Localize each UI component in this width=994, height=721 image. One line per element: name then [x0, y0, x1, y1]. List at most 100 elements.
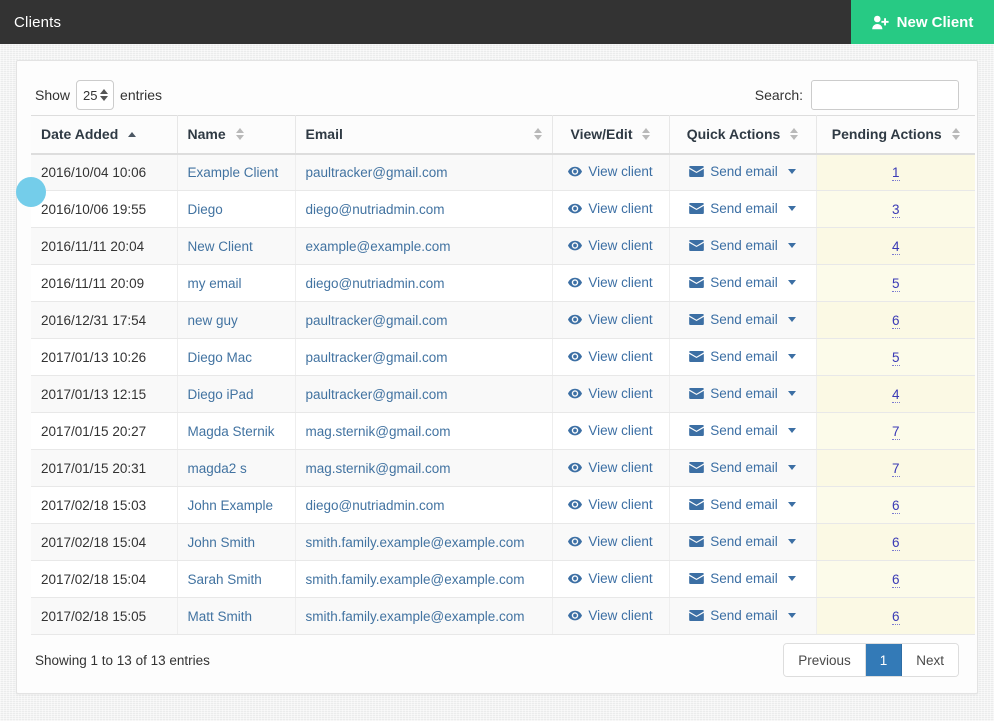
client-email-link[interactable]: diego@nutriadmin.com [306, 498, 445, 513]
send-email-button[interactable]: Send email [689, 164, 796, 179]
client-name-link[interactable]: Diego Mac [188, 350, 253, 365]
send-email-button[interactable]: Send email [689, 497, 796, 512]
cell-pending-actions: 6 [816, 486, 975, 524]
client-name-link[interactable]: John Example [188, 498, 274, 513]
client-email-link[interactable]: smith.family.example@example.com [306, 609, 525, 624]
send-email-button[interactable]: Send email [689, 349, 796, 364]
view-client-button[interactable]: View client [568, 534, 653, 549]
client-email-link[interactable]: paultracker@gmail.com [306, 313, 448, 328]
col-header-quick-actions[interactable]: Quick Actions [669, 115, 817, 155]
view-client-button[interactable]: View client [568, 460, 653, 475]
view-client-button[interactable]: View client [568, 312, 653, 327]
client-name-link[interactable]: new guy [188, 313, 238, 328]
pending-actions-link[interactable]: 6 [891, 534, 900, 551]
view-client-button[interactable]: View client [568, 349, 653, 364]
pending-actions-link[interactable]: 4 [891, 238, 900, 255]
client-email-link[interactable]: diego@nutriadmin.com [306, 202, 445, 217]
pending-actions-link[interactable]: 6 [891, 571, 900, 588]
view-client-button[interactable]: View client [568, 386, 653, 401]
client-name-link[interactable]: John Smith [188, 535, 256, 550]
new-client-button[interactable]: New Client [851, 0, 994, 44]
client-email-link[interactable]: paultracker@gmail.com [306, 165, 448, 180]
table-body: 2016/10/04 10:06 Example Client paultracke… [31, 153, 975, 635]
col-header-pending-actions[interactable]: Pending Actions [816, 115, 975, 155]
col-header-date-added[interactable]: Date Added [31, 115, 178, 155]
view-client-button[interactable]: View client [568, 164, 653, 180]
caret-down-icon[interactable] [787, 280, 796, 285]
client-email-link[interactable]: diego@nutriadmin.com [306, 276, 445, 291]
view-client-button[interactable]: View client [568, 497, 653, 512]
caret-down-icon[interactable] [787, 169, 796, 175]
view-client-button[interactable]: View client [568, 423, 653, 438]
pending-actions-link[interactable]: 1 [891, 164, 900, 181]
send-email-button[interactable]: Send email [689, 275, 796, 290]
caret-down-icon[interactable] [787, 206, 796, 211]
pending-actions-link[interactable]: 5 [891, 275, 900, 292]
pending-actions-link[interactable]: 5 [891, 349, 900, 366]
caret-down-icon[interactable] [787, 539, 796, 544]
caret-down-icon[interactable] [787, 613, 796, 618]
send-email-button[interactable]: Send email [689, 201, 796, 216]
client-name-link[interactable]: my email [188, 276, 242, 291]
col-header-view-edit[interactable]: View/Edit [552, 115, 670, 155]
client-email-link[interactable]: mag.sternik@gmail.com [306, 461, 451, 476]
search-input[interactable] [811, 80, 959, 110]
pagination-previous[interactable]: Previous [784, 644, 866, 676]
cell-email: smith.family.example@example.com [295, 560, 553, 598]
pagination-page-1[interactable]: 1 [865, 644, 903, 676]
client-name-link[interactable]: Magda Sternik [188, 424, 275, 439]
client-name-link[interactable]: Sarah Smith [188, 572, 262, 587]
client-name-link[interactable]: Example Client [188, 165, 279, 180]
show-label: Show [35, 87, 71, 103]
caret-down-icon[interactable] [787, 317, 796, 322]
client-email-link[interactable]: example@example.com [306, 239, 451, 254]
client-name-link[interactable]: Diego [188, 202, 223, 217]
caret-down-icon[interactable] [787, 576, 796, 581]
caret-down-icon[interactable] [787, 428, 796, 433]
send-email-button[interactable]: Send email [689, 534, 796, 549]
client-name-link[interactable]: New Client [188, 239, 253, 254]
col-header-email[interactable]: Email [295, 115, 553, 155]
pending-actions-link[interactable]: 6 [891, 497, 900, 514]
cell-name: Diego Mac [177, 338, 296, 376]
caret-down-icon[interactable] [787, 391, 796, 396]
pending-actions-link[interactable]: 3 [891, 201, 900, 218]
page-length-select[interactable]: 25 [76, 80, 115, 110]
cell-quick-actions: Send email [669, 523, 817, 561]
client-email-link[interactable]: mag.sternik@gmail.com [306, 424, 451, 439]
pagination-next[interactable]: Next [902, 644, 958, 676]
send-email-button[interactable]: Send email [689, 238, 796, 253]
client-name-link[interactable]: magda2 s [188, 461, 247, 476]
client-email-link[interactable]: paultracker@gmail.com [306, 387, 448, 402]
pending-actions-link[interactable]: 6 [891, 312, 900, 329]
caret-down-icon[interactable] [787, 465, 796, 470]
pending-actions-link[interactable]: 4 [891, 386, 900, 403]
client-name-link[interactable]: Diego iPad [188, 387, 254, 402]
cell-pending-actions: 1 [816, 153, 975, 191]
client-email-link[interactable]: smith.family.example@example.com [306, 572, 525, 587]
client-name-link[interactable]: Matt Smith [188, 609, 253, 624]
view-client-button[interactable]: View client [568, 275, 653, 290]
view-client-button[interactable]: View client [568, 608, 653, 623]
send-email-button[interactable]: Send email [689, 386, 796, 401]
envelope-icon [689, 240, 705, 251]
pending-actions-link[interactable]: 7 [891, 460, 900, 477]
view-client-label: View client [588, 164, 653, 180]
send-email-label: Send email [710, 386, 778, 401]
send-email-button[interactable]: Send email [689, 423, 796, 438]
caret-down-icon[interactable] [787, 354, 796, 359]
pending-actions-link[interactable]: 7 [891, 423, 900, 440]
caret-down-icon[interactable] [787, 502, 796, 507]
view-client-button[interactable]: View client [568, 571, 653, 586]
caret-down-icon[interactable] [787, 243, 796, 248]
client-email-link[interactable]: paultracker@gmail.com [306, 350, 448, 365]
send-email-button[interactable]: Send email [689, 312, 796, 327]
view-client-button[interactable]: View client [568, 201, 653, 216]
send-email-button[interactable]: Send email [689, 608, 796, 623]
view-client-button[interactable]: View client [568, 238, 653, 253]
client-email-link[interactable]: smith.family.example@example.com [306, 535, 525, 550]
send-email-button[interactable]: Send email [689, 571, 796, 586]
col-header-name[interactable]: Name [177, 115, 296, 155]
pending-actions-link[interactable]: 6 [891, 608, 900, 625]
send-email-button[interactable]: Send email [689, 460, 796, 475]
